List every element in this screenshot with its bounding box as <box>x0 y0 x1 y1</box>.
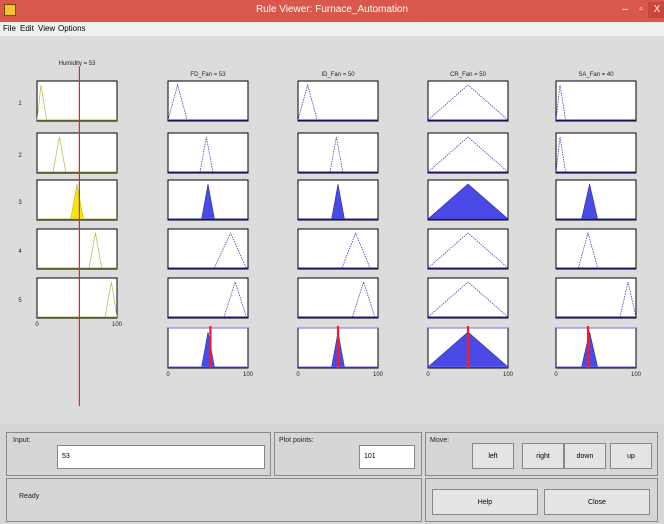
output-var-label: SA_Fan = 40 <box>578 72 614 78</box>
axis-tick-label: 100 <box>112 322 123 328</box>
input-field[interactable]: 53 <box>57 445 265 469</box>
help-button[interactable]: Help <box>432 489 538 515</box>
output-var-label: FD_Fan = 53 <box>190 72 226 78</box>
rule-plot-area: Humidity = 53 FD_Fan = 53 ID_Fan = 50 CR_Fa… <box>0 36 664 424</box>
rule-number-label: 3 <box>18 200 22 206</box>
input-label: Input: <box>13 437 31 444</box>
axis-tick-label: 100 <box>243 372 254 378</box>
rule-number-label: 2 <box>18 153 22 159</box>
axis-tick-label: 0 <box>166 372 170 378</box>
axis-tick-label: 100 <box>631 372 642 378</box>
rule-plot-frame <box>555 277 637 319</box>
title-bar: Rule Viewer: Furnace_Automation – ▫ X <box>0 0 664 22</box>
right-button[interactable]: right <box>522 443 564 469</box>
left-button[interactable]: left <box>472 443 514 469</box>
rule-plot-frame <box>297 228 379 270</box>
window-title: Rule Viewer: Furnace_Automation <box>255 4 409 15</box>
plot-points-label: Plot points: <box>279 437 314 444</box>
rule-plot-frame <box>427 277 509 319</box>
menu-file[interactable]: File <box>3 24 16 33</box>
rule-plot-frame <box>427 132 509 174</box>
axis-tick-label: 100 <box>373 372 384 378</box>
axis-tick-label: 0 <box>426 372 430 378</box>
plot-points-panel: Plot points: 101 <box>274 432 422 476</box>
axis-tick-label: 0 <box>554 372 558 378</box>
rule-plots-svg: Humidity = 53 FD_Fan = 53 ID_Fan = 50 CR_Fa… <box>18 61 642 406</box>
output-var-label: ID_Fan = 50 <box>321 72 355 78</box>
rule-plot-frame <box>427 80 509 122</box>
rule-plot-frame <box>297 277 379 319</box>
down-button[interactable]: down <box>564 443 606 469</box>
axis-tick-label: 100 <box>503 372 514 378</box>
up-button[interactable]: up <box>610 443 652 469</box>
bottom-panel: Input: 53 Plot points: 101 Move: left ri… <box>0 424 664 524</box>
rule-plot-frame <box>555 80 637 122</box>
rule-plot-frame <box>167 228 249 270</box>
menu-bar: File Edit View Options <box>0 22 664 36</box>
menu-edit[interactable]: Edit <box>20 24 34 33</box>
status-panel: Ready <box>6 478 422 522</box>
rule-plot-frame <box>555 132 637 174</box>
close-button[interactable]: Close <box>544 489 650 515</box>
rule-plot-frame <box>36 277 118 319</box>
move-label: Move: <box>430 437 450 444</box>
action-panel: Help Close <box>425 478 658 522</box>
input-panel: Input: 53 <box>6 432 271 476</box>
rule-plot-frame <box>36 228 118 270</box>
rule-plot-frame <box>36 80 118 122</box>
status-text: Ready <box>19 493 40 500</box>
rule-plot-frame <box>167 132 249 174</box>
rule-number-label: 5 <box>18 298 22 304</box>
axis-tick-label: 0 <box>296 372 300 378</box>
axis-tick-label: 0 <box>35 322 39 328</box>
rule-plot-frame <box>167 80 249 122</box>
rule-number-label: 1 <box>18 101 22 107</box>
rule-number-label: 4 <box>18 249 22 255</box>
rule-plot-frame <box>427 228 509 270</box>
move-panel: Move: left right down up <box>425 432 658 476</box>
menu-options[interactable]: Options <box>58 24 86 33</box>
menu-view[interactable]: View <box>38 24 55 33</box>
rule-plot-frame <box>297 80 379 122</box>
rule-plot-frame <box>297 132 379 174</box>
input-var-label: Humidity = 53 <box>59 61 97 67</box>
plot-points-field[interactable]: 101 <box>359 445 415 469</box>
close-window-button[interactable]: X <box>648 2 664 18</box>
output-var-label: CR_Fan = 50 <box>450 72 487 78</box>
rule-plot-frame <box>36 132 118 174</box>
rule-plot-frame <box>555 228 637 270</box>
